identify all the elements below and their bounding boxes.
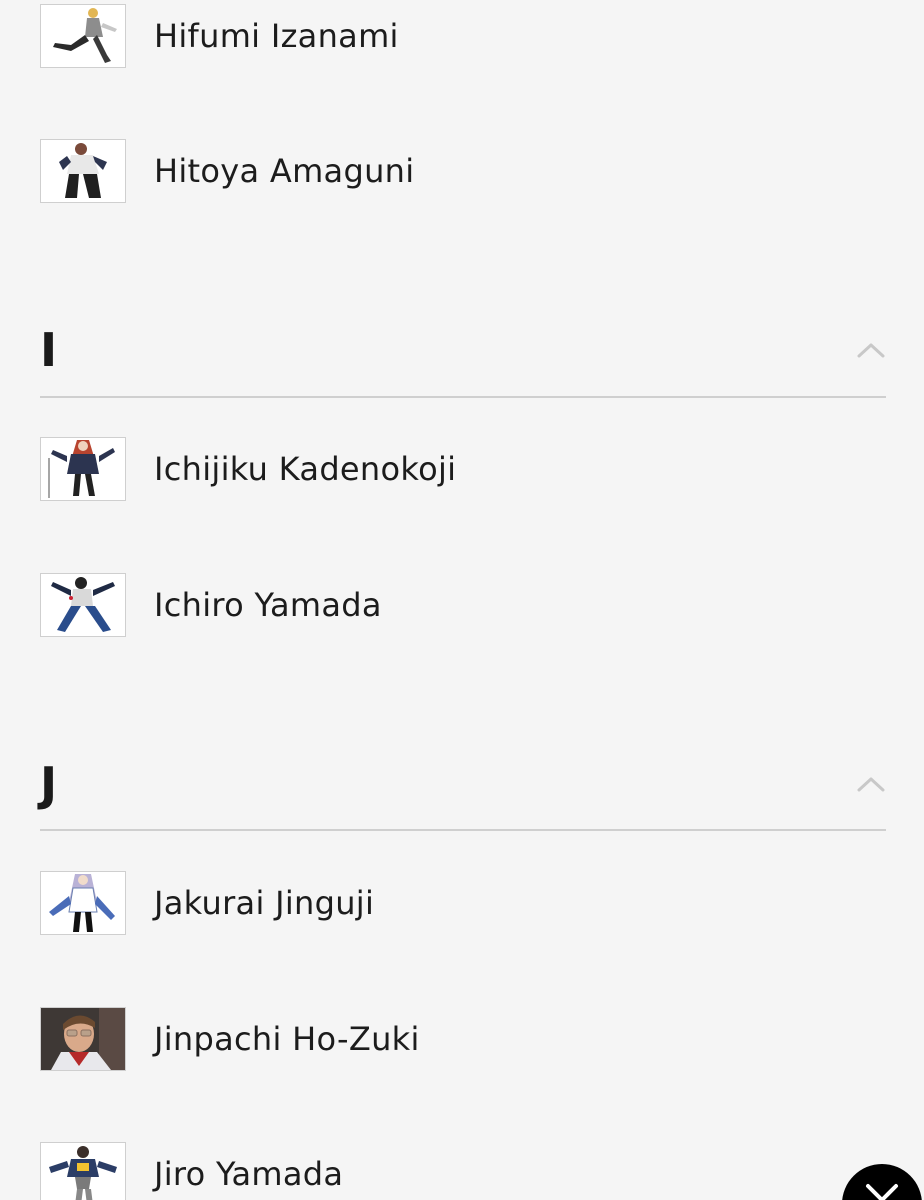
- close-button[interactable]: [842, 1164, 922, 1200]
- character-name: Hitoya Amaguni: [154, 152, 415, 190]
- character-thumbnail: [40, 573, 126, 637]
- chevron-up-icon[interactable]: [856, 340, 886, 360]
- chevron-up-icon[interactable]: [856, 774, 886, 794]
- character-thumbnail: [40, 4, 126, 68]
- character-name: Jiro Yamada: [154, 1155, 344, 1193]
- character-thumbnail: [40, 871, 126, 935]
- list-item[interactable]: Hifumi Izanami: [40, 4, 399, 68]
- actor-photo-icon: [41, 1008, 125, 1070]
- character-thumbnail: [40, 139, 126, 203]
- list-item[interactable]: Jiro Yamada: [40, 1142, 343, 1200]
- character-index-page: Hifumi Izanami Hitoya Amaguni I Ichijiku…: [0, 0, 924, 1200]
- character-portrait-icon: [51, 577, 115, 632]
- character-thumbnail: [40, 1142, 126, 1200]
- character-portrait-icon: [49, 1146, 117, 1200]
- section-header-j[interactable]: J: [40, 752, 886, 816]
- character-name: Ichijiku Kadenokoji: [154, 450, 457, 488]
- list-item[interactable]: Hitoya Amaguni: [40, 139, 414, 203]
- list-item[interactable]: Ichiro Yamada: [40, 573, 382, 637]
- character-thumbnail: [40, 437, 126, 501]
- close-icon: [866, 1184, 898, 1200]
- list-item[interactable]: Ichijiku Kadenokoji: [40, 437, 456, 501]
- section-divider: [40, 396, 886, 398]
- character-portrait-icon: [49, 874, 115, 932]
- character-name: Ichiro Yamada: [154, 586, 382, 624]
- character-name: Jinpachi Ho-Zuki: [154, 1020, 420, 1058]
- section-divider: [40, 829, 886, 831]
- section-letter: J: [40, 757, 58, 811]
- list-item[interactable]: Jakurai Jinguji: [40, 871, 374, 935]
- character-name: Hifumi Izanami: [154, 17, 399, 55]
- section-header-i[interactable]: I: [40, 318, 886, 382]
- actor-thumbnail: [40, 1007, 126, 1071]
- character-portrait-icon: [48, 440, 115, 498]
- character-name: Jakurai Jinguji: [154, 884, 375, 922]
- character-portrait-icon: [59, 143, 107, 198]
- section-letter: I: [40, 323, 58, 377]
- character-portrait-icon: [53, 8, 117, 63]
- list-item[interactable]: Jinpachi Ho-Zuki: [40, 1007, 420, 1071]
